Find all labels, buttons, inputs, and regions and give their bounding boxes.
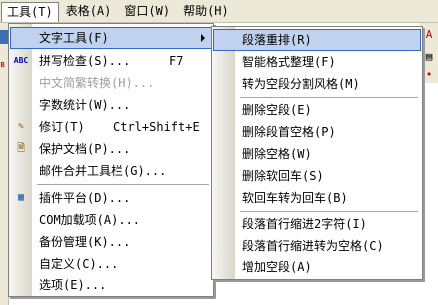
menu-item-label: 邮件合并工具栏(G)... xyxy=(39,164,167,178)
menu-separator xyxy=(37,184,209,185)
submenu-item-smart-format[interactable]: 智能格式整理(F) xyxy=(212,51,422,73)
menu-item-label: 删除段首空格(P) xyxy=(242,125,336,139)
menu-item-label: 删除软回车(S) xyxy=(242,169,324,183)
revision-icon: ✎ xyxy=(17,121,25,132)
paste-icon[interactable]: ▤ xyxy=(422,50,436,64)
menu-item-label: 删除空格(W) xyxy=(242,147,312,161)
tools-menu: 文字工具(F) ABC 拼写检查(S)... F7 中文简繁转换(H)... 字… xyxy=(8,23,214,297)
submenu-arrow-icon xyxy=(201,34,205,42)
menu-item-label: 自定义(C)... xyxy=(39,257,119,271)
menu-bar: 工具(T) 表格(A) 窗口(W) 帮助(H) xyxy=(0,0,438,23)
menu-item-shortcut: Ctrl+Shift+E xyxy=(113,120,200,134)
menu-item-chinese-convert[interactable]: 中文简繁转换(H)... xyxy=(9,72,213,94)
menu-item-label: 段落重排(R) xyxy=(242,33,312,47)
submenu-item-empty-paragraph-style[interactable]: 转为空段分割风格(M) xyxy=(212,73,422,95)
menu-item-mail-merge[interactable]: 邮件合并工具栏(G)... xyxy=(9,160,213,182)
submenu-item-soft-to-hard-return[interactable]: 软回车转为回车(B) xyxy=(212,187,422,209)
spell-edge-icon[interactable]: ʙ xyxy=(0,60,8,74)
submenu-item-paragraph-rearrange[interactable]: 段落重排(R) xyxy=(212,29,422,51)
menu-item-label: 拼写检查(S)... xyxy=(39,54,131,68)
submenu-item-delete-soft-returns[interactable]: 删除软回车(S) xyxy=(212,165,422,187)
menu-item-text-tools[interactable]: 文字工具(F) xyxy=(9,27,213,49)
menu-item-label: 智能格式整理(F) xyxy=(242,55,336,69)
menu-item-label: 转为空段分割风格(M) xyxy=(242,77,360,91)
menu-table[interactable]: 表格(A) xyxy=(60,2,118,20)
menu-help[interactable]: 帮助(H) xyxy=(177,2,235,20)
menu-item-label: 插件平台(D)... xyxy=(39,191,131,205)
menu-item-label: 段落首行缩进转为空格(C) xyxy=(242,239,384,253)
text-tools-submenu: 段落重排(R) 智能格式整理(F) 转为空段分割风格(M) 删除空段(E) 删除… xyxy=(211,26,423,280)
font-color-icon[interactable]: A xyxy=(422,28,436,42)
submenu-item-delete-empty-paragraphs[interactable]: 删除空段(E) xyxy=(212,99,422,121)
submenu-item-add-empty-paragraph[interactable]: 增加空段(A) xyxy=(212,256,422,278)
menu-item-shortcut: F7 xyxy=(169,54,184,68)
menu-item-customize[interactable]: 自定义(C)... xyxy=(9,253,213,275)
menu-item-spell-check[interactable]: ABC 拼写检查(S)... F7 xyxy=(9,50,213,72)
menu-item-label: 保护文档(P)... xyxy=(39,142,131,156)
menu-item-com-addins[interactable]: COM加载项(A)... xyxy=(9,209,213,231)
menu-item-label: 软回车转为回车(B) xyxy=(242,191,348,205)
submenu-item-indent-2-chars[interactable]: 段落首行缩进2字符(I) xyxy=(212,213,422,235)
menu-item-label: 修订(T) xyxy=(39,120,85,134)
menu-separator xyxy=(240,211,418,212)
menu-item-label: COM加载项(A)... xyxy=(39,213,141,227)
menu-item-protect-document[interactable]: 🗎 保护文档(P)... xyxy=(9,138,213,160)
menu-item-plugin-platform[interactable]: ▦ 插件平台(D)... xyxy=(9,187,213,209)
spell-check-icon: ABC xyxy=(13,56,29,65)
menu-item-word-count[interactable]: 字数统计(W)... xyxy=(9,94,213,116)
menu-item-label: 字数统计(W)... xyxy=(39,98,131,112)
submenu-item-indent-to-spaces[interactable]: 段落首行缩进转为空格(C) xyxy=(212,235,422,257)
plugin-icon: ▦ xyxy=(17,192,25,203)
menu-window[interactable]: 窗口(W) xyxy=(118,2,176,20)
toolbar-icon[interactable]: • xyxy=(422,68,436,82)
submenu-item-delete-spaces[interactable]: 删除空格(W) xyxy=(212,143,422,165)
menu-item-label: 备份管理(K)... xyxy=(39,235,131,249)
menu-item-label: 文字工具(F) xyxy=(39,31,109,45)
toolbar-edge-icon[interactable] xyxy=(0,30,8,44)
protect-document-icon: 🗎 xyxy=(16,143,26,154)
menu-item-options[interactable]: 选项(E)... xyxy=(9,274,213,296)
menu-item-label: 增加空段(A) xyxy=(242,260,312,274)
menu-item-label: 选项(E)... xyxy=(39,278,107,292)
menu-item-label: 删除空段(E) xyxy=(242,103,312,117)
menu-item-backup-manager[interactable]: 备份管理(K)... xyxy=(9,231,213,253)
menu-separator xyxy=(240,97,418,98)
menu-item-label: 中文简繁转换(H)... xyxy=(39,76,155,90)
menu-tools[interactable]: 工具(T) xyxy=(1,2,59,22)
menu-item-revision[interactable]: ✎ 修订(T) Ctrl+Shift+E xyxy=(9,116,213,138)
menu-item-label: 段落首行缩进2字符(I) xyxy=(242,217,367,231)
submenu-item-delete-leading-spaces[interactable]: 删除段首空格(P) xyxy=(212,121,422,143)
